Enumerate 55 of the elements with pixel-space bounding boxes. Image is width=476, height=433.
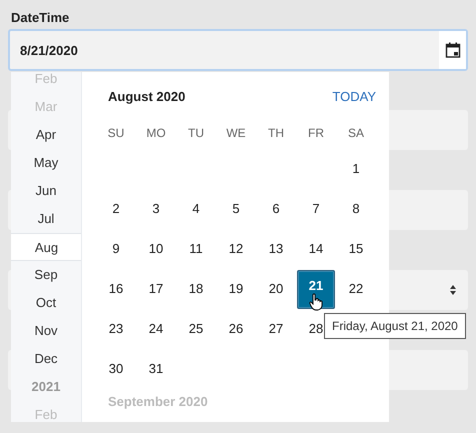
day-cell[interactable]: 14 [296,229,336,269]
month-item[interactable]: Jul [11,205,81,233]
day-cell[interactable]: 6 [256,189,296,229]
today-link[interactable]: TODAY [332,88,376,104]
month-item[interactable]: Jun [11,177,81,205]
weekday-label: SA [346,126,365,140]
day-cell[interactable]: 9 [96,229,136,269]
calendar-button[interactable] [439,31,466,69]
date-input[interactable]: 8/21/2020 [8,29,468,71]
field-label: DateTime [11,9,70,27]
day-cell[interactable]: 22 [336,269,376,309]
day-cell[interactable]: 25 [176,309,216,349]
day-cell[interactable]: 15 [336,229,376,269]
tooltip: Friday, August 21, 2020 [324,313,466,339]
day-cell[interactable]: 7 [296,189,336,229]
weekday-label: TU [187,126,205,140]
weekday-label: WE [225,126,247,140]
day-cell[interactable]: 17 [136,269,176,309]
day-cell[interactable]: 2 [96,189,136,229]
month-item[interactable]: Oct [11,289,81,317]
day-cell[interactable]: 8 [336,189,376,229]
weekday-label: SU [106,126,126,140]
month-item[interactable]: May [11,149,81,177]
day-cell[interactable]: 19 [216,269,256,309]
weekday-label: TH [267,126,285,140]
day-cell[interactable]: 3 [136,189,176,229]
day-cell[interactable]: 27 [256,309,296,349]
day-cell[interactable]: 1 [336,149,376,189]
month-item[interactable]: Dec [11,345,81,373]
weekday-label: MO [145,126,167,140]
day-cell[interactable]: 20 [256,269,296,309]
month-item[interactable]: Aug [11,233,81,261]
weekday-label: FR [307,126,325,140]
day-cell[interactable]: 13 [256,229,296,269]
day-cell[interactable]: 23 [96,309,136,349]
next-month-title: September 2020 [107,394,209,409]
day-cell[interactable]: 31 [136,349,176,389]
day-cell[interactable]: 26 [216,309,256,349]
sort-arrows-icon [450,285,456,295]
day-cell[interactable]: 18 [176,269,216,309]
day-cell[interactable]: 11 [176,229,216,269]
day-cell[interactable]: 16 [96,269,136,309]
day-cell[interactable]: 10 [136,229,176,269]
day-cell[interactable]: 12 [216,229,256,269]
calendar-icon [444,42,460,58]
day-cell[interactable]: 4 [176,189,216,229]
day-cell[interactable]: 5 [216,189,256,229]
day-cell[interactable]: 21 [297,270,335,308]
month-item[interactable]: Sep [11,261,81,289]
month-item[interactable]: Nov [11,317,81,345]
day-cell[interactable]: 24 [136,309,176,349]
pointer-cursor-icon [309,293,323,311]
day-cell[interactable]: 30 [96,349,136,389]
month-title: August 2020 [108,88,186,104]
month-item[interactable]: Apr [11,121,81,149]
